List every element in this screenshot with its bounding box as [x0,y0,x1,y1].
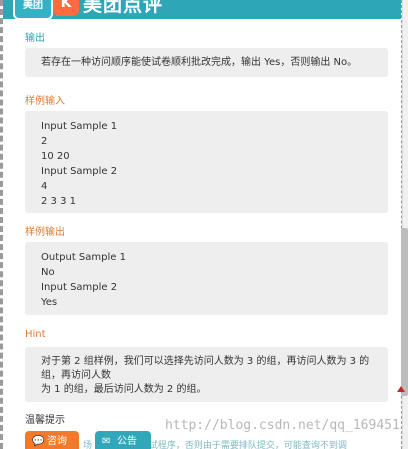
meituan-logo[interactable]: 美团 [13,0,53,20]
cursor-arrow-icon [397,386,405,392]
sample-output-line: Input Sample 2 [41,282,118,293]
sample-output-box: Output Sample 1 No Input Sample 2 Yes [25,242,388,315]
chat-bubble-icon: 💬 [32,436,45,447]
csdn-watermark: http://blog.csdn.net/qq_16945125 [165,418,402,433]
sample-input-line: Input Sample 2 [41,166,118,177]
sample-input-line: 4 [41,181,48,192]
dianping-logo-icon[interactable]: K [53,0,79,16]
brand-text: 美团点评 [83,0,164,16]
tips-title: 温馨提示 [25,415,65,426]
hint-box: 对于第 2 组样例，我们可以选择先访问人数为 3 的组，再访问人数为 3 的组，… [25,347,388,402]
output-description-text: 若存在一种访问顺序能使试卷顺利批改完成，输出 Yes，否则输出 No。 [41,57,358,68]
notice-button-label: 公告 [117,436,137,447]
sample-input-line: 2 3 3 1 [41,196,76,207]
sample-input-box: Input Sample 1 2 10 20 Input Sample 2 4 … [25,111,388,213]
sample-output-line: Output Sample 1 [41,252,126,263]
vertical-scrollbar-thumb[interactable] [401,228,408,396]
sample-input-line: 2 [41,136,48,147]
consult-button-label: 咨询 [47,436,67,447]
sample-input-line: Input Sample 1 [41,121,118,132]
notice-button[interactable]: ✉ 公告 [95,431,151,449]
sample-input-line: 10 20 [41,151,70,162]
consult-button[interactable]: 💬 咨询 [25,431,79,449]
sample-output-line: Yes [41,297,58,308]
page-frame: 美团 K 美团点评 输出 若存在一种访问顺序能使试卷顺利批改完成，输出 Yes，… [0,0,402,449]
hint-line: 对于第 2 组样例，我们可以选择先访问人数为 3 的组，再访问人数为 3 的组，… [41,356,370,381]
sample-output-line: No [41,267,55,278]
top-header-bar: 美团 K 美团点评 [3,0,401,20]
hint-line: 为 1 的组，最后访问人数为 2 的组。 [41,384,207,395]
output-title: 输出 [25,33,45,44]
sample-input-title: 样例输入 [25,96,65,107]
envelope-icon: ✉ [102,436,111,447]
hint-title: Hint [25,329,46,340]
sample-output-title: 样例输出 [25,227,65,238]
output-description-box: 若存在一种访问顺序能使试卷顺利批改完成，输出 Yes，否则输出 No。 [25,48,388,77]
